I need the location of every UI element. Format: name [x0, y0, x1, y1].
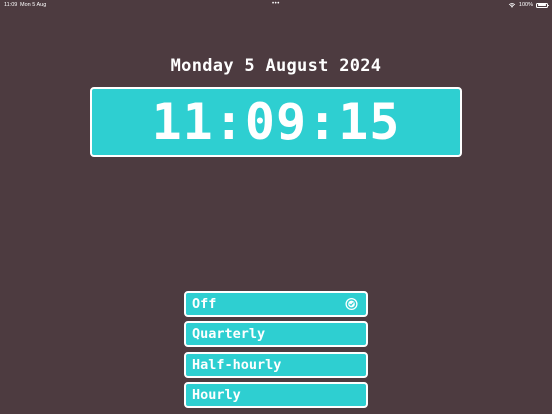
check-circle-icon [345, 297, 358, 311]
chime-option-label: Hourly [192, 386, 241, 403]
status-time: 11:09 [4, 2, 18, 8]
status-date: Mon 5 Aug [20, 2, 47, 8]
chime-option-label: Half-hourly [192, 356, 282, 373]
status-bar: 11:09 Mon 5 Aug ••• 100% [0, 0, 552, 10]
wifi-icon [508, 2, 516, 8]
chime-option-hourly[interactable]: Hourly [184, 381, 368, 408]
chime-option-label: Off [192, 296, 217, 312]
battery-fill [537, 4, 547, 6]
clock-display: 11:09:15 [90, 87, 462, 157]
chime-options: Off Quarterly Half-hourly Hourly [184, 291, 368, 412]
clock-time: 11:09:15 [151, 93, 401, 151]
chime-option-label: Quarterly [192, 326, 266, 343]
chime-option-off[interactable]: Off [184, 291, 368, 317]
chime-option-half-hourly[interactable]: Half-hourly [184, 351, 368, 378]
multitasking-dots[interactable]: ••• [272, 1, 280, 7]
date-title: Monday 5 August 2024 [170, 56, 382, 76]
status-right: 100% [508, 2, 549, 8]
battery-percent: 100% [518, 2, 533, 8]
battery-icon [536, 2, 549, 8]
chime-option-quarterly[interactable]: Quarterly [184, 321, 368, 348]
